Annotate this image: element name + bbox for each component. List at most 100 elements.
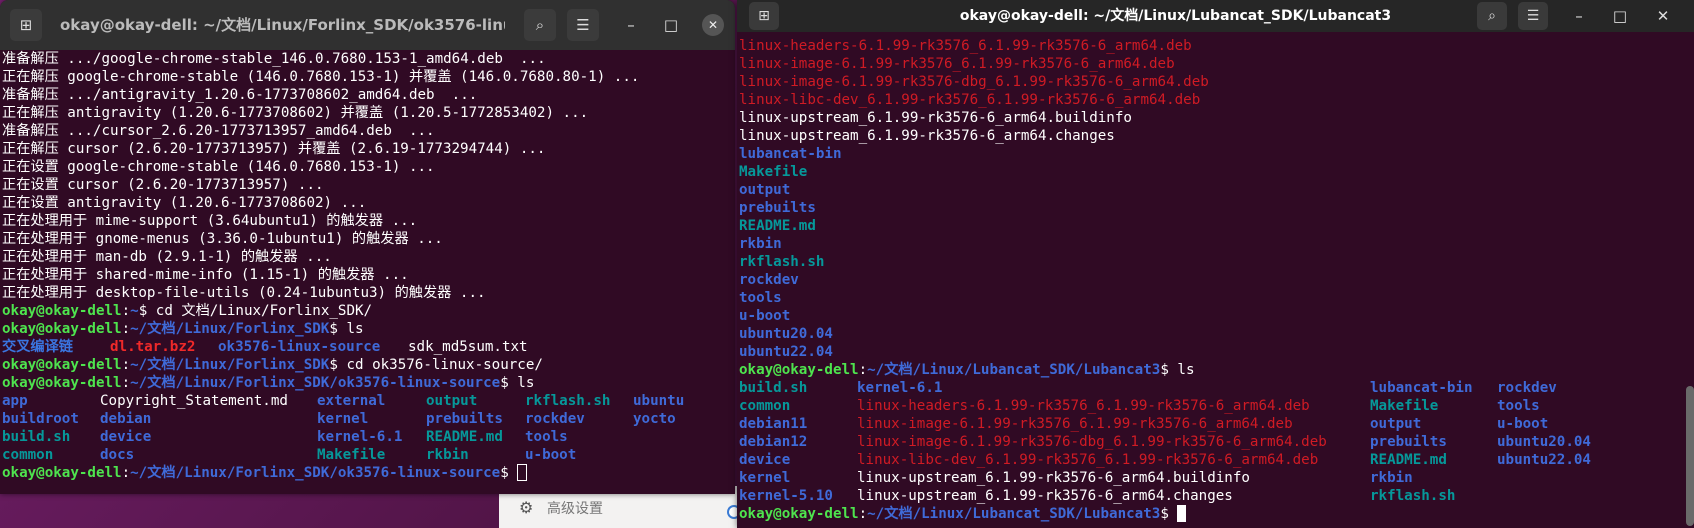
close-icon[interactable]: ✕ [702, 14, 724, 36]
terminal-line: lubancat-bin [739, 145, 1694, 163]
terminal-line: 正在解压 antigravity (1.20.6-1773708602) 并覆盖… [2, 104, 735, 122]
ls-entry: kernel [317, 411, 369, 427]
terminal-line: output [739, 181, 1694, 199]
terminal-line: 交叉编译链 dl.tar.bz2 ok3576-linux-source sdk_md… [2, 338, 735, 356]
terminal-line: linux-headers-6.1.99-rk3576_6.1.99-rk357… [739, 37, 1694, 55]
terminal-line: 正在处理用于 mime-support (3.64ubuntu1) 的触发器 .… [2, 212, 735, 230]
output-text: 准备解压 .../google-chrome-stable_146.0.7680… [2, 51, 546, 67]
scrollbar[interactable] [1686, 386, 1694, 526]
output-text: linux-upstream_6.1.99-rk3576-6_arm64.bui… [739, 110, 1132, 126]
ls-entry: sdk_md5sum.txt [408, 339, 528, 355]
prompt-user: okay@okay-dell [2, 303, 122, 319]
terminal-line: okay@okay-dell:~$ cd 文档/Linux/Forlinx_SD… [2, 302, 735, 320]
output-text: 正在设置 antigravity (1.20.6-1773708602) ... [2, 195, 367, 211]
prompt-symbol: $ [138, 303, 148, 319]
terminal-line: Makefile [739, 163, 1694, 181]
text-cursor [517, 464, 528, 481]
output-text: lubancat-bin [739, 146, 842, 162]
prompt-symbol: $ [1160, 506, 1169, 522]
advanced-settings-label[interactable]: 高级设置 [547, 498, 603, 518]
terminal-line: debian12 linux-image-6.1.99-rk3576-dbg_6.… [739, 433, 1694, 451]
close-icon[interactable]: ✕ [1649, 2, 1677, 30]
hamburger-icon[interactable]: ☰ [567, 9, 599, 41]
ls-entry: rkflash.sh [525, 393, 611, 409]
terminal-line: okay@okay-dell:~/文档/Linux/Forlinx_SDK/ok… [2, 374, 735, 392]
terminal-line: 正在处理用于 shared-mime-info (1.15-1) 的触发器 ..… [2, 266, 735, 284]
ls-entry: external [317, 393, 386, 409]
prompt-symbol: $ [329, 357, 338, 373]
terminal-line: linux-image-6.1.99-rk3576_6.1.99-rk3576-… [739, 55, 1694, 73]
prompt-symbol: $ [500, 375, 509, 391]
hamburger-icon[interactable]: ☰ [1518, 2, 1548, 30]
search-icon[interactable]: ⌕ [1477, 2, 1507, 30]
output-text: rockdev [739, 272, 799, 288]
output-text: 正在处理用于 desktop-file-utils (0.24-1ubuntu3… [2, 285, 486, 301]
ls-entry: device [739, 452, 791, 468]
terminal-line: 正在设置 antigravity (1.20.6-1773708602) ... [2, 194, 735, 212]
maximize-icon[interactable]: □ [657, 11, 685, 39]
terminal-line: debian11 linux-image-6.1.99-rk3576_6.1.99… [739, 415, 1694, 433]
ls-entry: common [739, 398, 791, 414]
terminal-line: 正在设置 google-chrome-stable (146.0.7680.15… [2, 158, 735, 176]
terminal-window-forlinx[interactable]: ⊞ okay@okay-dell: ~/文档/Linux/Forlinx_SDK… [0, 0, 735, 494]
prompt-command: ls [337, 321, 364, 337]
prompt-path: ~/文档/Linux/Forlinx_SDK [130, 357, 330, 373]
title-bar[interactable]: ⊞ okay@okay-dell: ~/文档/Linux/Lubancat_SD… [737, 0, 1694, 32]
maximize-icon[interactable]: □ [1606, 2, 1634, 30]
output-text: 正在处理用于 man-db (2.9.1-1) 的触发器 ... [2, 249, 332, 265]
minimize-icon[interactable]: – [1565, 2, 1593, 30]
ls-entry: rkbin [1370, 470, 1413, 486]
prompt-path: ~/文档/Linux/Forlinx_SDK [130, 321, 330, 337]
output-text: 正在解压 cursor (2.6.20-1773713957) 并覆盖 (2.6… [2, 141, 546, 157]
prompt-separator: : [858, 506, 868, 522]
ls-entry: lubancat-bin [1370, 380, 1473, 396]
ls-entry: linux-image-6.1.99-rk3576_6.1.99-rk3576-… [857, 416, 1293, 432]
ls-entry: common [2, 447, 54, 463]
output-text: tools [739, 290, 782, 306]
prompt-command: cd ok3576-linux-source/ [337, 357, 543, 373]
output-text: 正在处理用于 mime-support (3.64ubuntu1) 的触发器 .… [2, 213, 418, 229]
ls-entry: output [1370, 416, 1422, 432]
ls-entry: Copyright_Statement.md [100, 393, 288, 409]
output-text: README.md [739, 218, 816, 234]
gear-icon[interactable]: ⚙ [519, 499, 536, 516]
title-bar[interactable]: ⊞ okay@okay-dell: ~/文档/Linux/Forlinx_SDK… [0, 0, 735, 50]
ls-entry: README.md [426, 429, 503, 445]
terminal-line: device linux-libc-dev_6.1.99-rk3576_6.1.9… [739, 451, 1694, 469]
ls-entry: debian [100, 411, 152, 427]
output-text: ubuntu22.04 [739, 344, 833, 360]
ls-entry: linux-headers-6.1.99-rk3576_6.1.99-rk357… [857, 398, 1310, 414]
prompt-symbol: $ [1160, 362, 1169, 378]
prompt-separator: : [858, 362, 868, 378]
ls-entry: tools [525, 429, 568, 445]
search-icon[interactable]: ⌕ [524, 9, 556, 41]
new-tab-icon[interactable]: ⊞ [10, 9, 42, 41]
new-tab-icon[interactable]: ⊞ [749, 2, 779, 30]
ls-entry: build.sh [2, 429, 71, 445]
terminal-window-lubancat[interactable]: ⊞ okay@okay-dell: ~/文档/Linux/Lubancat_SD… [737, 0, 1694, 528]
ls-entry: dl.tar.bz2 [110, 339, 196, 355]
terminal-line: linux-upstream_6.1.99-rk3576-6_arm64.bui… [739, 109, 1694, 127]
ls-entry: rkflash.sh [1370, 488, 1456, 504]
ls-entry: rockdev [525, 411, 585, 427]
minimize-icon[interactable]: – [617, 11, 645, 39]
output-text: 正在设置 google-chrome-stable (146.0.7680.15… [2, 159, 435, 175]
output-text: linux-image-6.1.99-rk3576_6.1.99-rk3576-… [739, 56, 1175, 72]
terminal-line: common linux-headers-6.1.99-rk3576_6.1.99… [739, 397, 1694, 415]
ls-entry: docs [100, 447, 135, 463]
terminal-output[interactable]: linux-headers-6.1.99-rk3576_6.1.99-rk357… [737, 37, 1694, 528]
prompt-command: cd 文档/Linux/Forlinx_SDK/ [147, 303, 373, 319]
terminal-line: prebuilts [739, 199, 1694, 217]
prompt-path: ~ [130, 303, 139, 319]
prompt-symbol: $ [329, 321, 338, 337]
prompt-user: okay@okay-dell [2, 357, 122, 373]
prompt-command: ls [1168, 362, 1195, 378]
terminal-output[interactable]: 准备解压 .../google-chrome-stable_146.0.7680… [0, 50, 735, 494]
output-text: u-boot [739, 308, 791, 324]
output-text: 准备解压 .../antigravity_1.20.6-1773708602_a… [2, 87, 478, 103]
output-text: 正在处理用于 gnome-menus (3.36.0-1ubuntu1) 的触发… [2, 231, 443, 247]
ls-entry: rockdev [1497, 380, 1557, 396]
terminal-line: kernel linux-upstream_6.1.99-rk3576-6_arm… [739, 469, 1694, 487]
terminal-line: tools [739, 289, 1694, 307]
